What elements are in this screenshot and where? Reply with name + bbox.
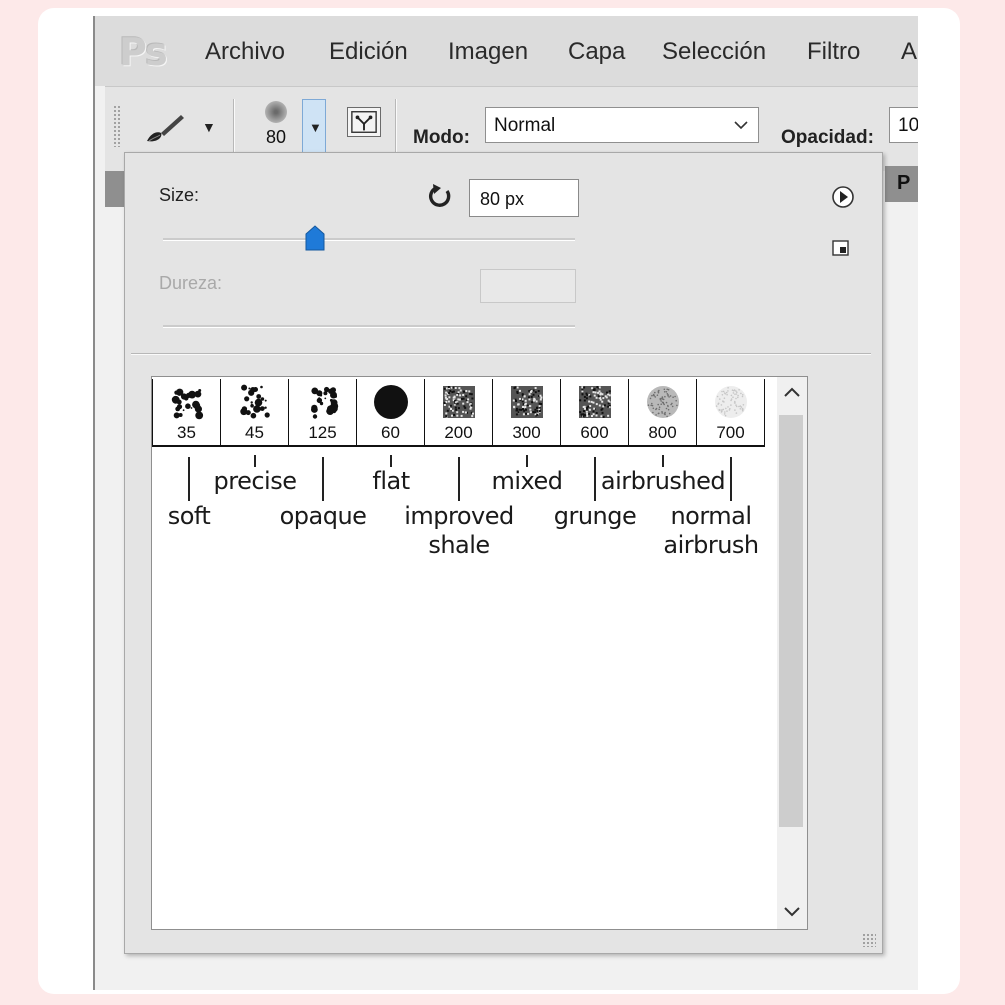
size-slider-thumb[interactable]: [305, 225, 325, 251]
preset-list-scrollbar[interactable]: [777, 377, 807, 929]
size-input[interactable]: 80 px: [469, 179, 579, 217]
callout-line: [730, 457, 732, 501]
mode-label: Modo:: [413, 127, 470, 148]
chevron-down-icon: ▼: [309, 120, 322, 135]
brush-preset-3[interactable]: 60: [357, 379, 425, 447]
callout-line: [594, 457, 596, 501]
preset-name-label: airbrushed: [600, 467, 726, 495]
scroll-down-icon[interactable]: [783, 905, 801, 919]
tool-preset-caret-icon[interactable]: ▼: [202, 119, 216, 135]
size-input-value: 80 px: [480, 189, 525, 209]
preset-size-label: 800: [648, 423, 677, 442]
preset-name-label: flat: [372, 467, 410, 495]
preset-size-label: 700: [716, 423, 745, 442]
brush-preview-icon: [265, 101, 287, 123]
hardness-label: Dureza:: [159, 273, 223, 293]
grunge-brush-icon: [579, 386, 611, 418]
opacity-input[interactable]: 10: [889, 107, 918, 143]
mode-select[interactable]: Normal: [485, 107, 759, 143]
preset-size-label: 200: [444, 423, 473, 442]
round-brush-icon: [374, 385, 408, 419]
soft-brush-icon: [647, 386, 679, 418]
preset-name-label: normal airbrush: [663, 502, 759, 559]
scrollbar-thumb[interactable]: [779, 415, 803, 827]
menu-imagen[interactable]: Imagen: [448, 38, 528, 66]
brush-preset-6[interactable]: 600: [561, 379, 629, 447]
brush-preset-list: 35 45 125 60 200 300 600 800 700 soft precise opaq…: [151, 376, 808, 930]
hardness-input: [480, 269, 576, 303]
callout-line: [526, 455, 528, 467]
menu-archivo[interactable]: Archivo: [205, 38, 285, 66]
size-slider-track[interactable]: [163, 238, 575, 240]
brush-preset-7[interactable]: 800: [629, 379, 697, 447]
preset-name-label: improved shale: [404, 502, 514, 559]
app-logo: Ps: [119, 30, 168, 74]
resize-grip-icon[interactable]: [862, 933, 876, 947]
grunge-brush-icon: [443, 386, 475, 418]
preset-name-label: opaque: [279, 502, 367, 530]
preset-size-label: 45: [245, 423, 264, 442]
preset-name-label: mixed: [491, 467, 563, 495]
size-label: Size:: [159, 185, 200, 205]
preset-size-label: 35: [177, 423, 196, 442]
brush-preset-1[interactable]: 45: [221, 379, 289, 447]
menu-edicion[interactable]: Edición: [329, 38, 408, 66]
callout-line: [254, 455, 256, 467]
preset-size-label: 600: [580, 423, 609, 442]
brush-preset-8[interactable]: 700: [697, 379, 765, 447]
options-separator: [233, 99, 234, 155]
scroll-up-icon[interactable]: [783, 385, 801, 399]
menu-next[interactable]: A: [901, 38, 917, 66]
mode-select-value: Normal: [494, 115, 556, 136]
options-separator: [395, 99, 396, 155]
splat-brush-icon: [171, 388, 204, 420]
callout-line: [662, 455, 664, 467]
opacity-label: Opacidad:: [781, 127, 874, 148]
callout-line: [458, 457, 460, 501]
brush-picker-button[interactable]: ▼: [302, 99, 326, 159]
brush-preset-2[interactable]: 125: [289, 379, 357, 447]
picker-divider: [131, 353, 871, 354]
hardness-slider-track: [163, 325, 575, 327]
brush-preset-picker: Size: 80 px Dureza: 35 45 125 60 200 300 600 80…: [124, 152, 883, 954]
opacity-value: 10: [898, 115, 918, 136]
preset-size-label: 60: [381, 423, 400, 442]
preset-size-label: 300: [512, 423, 541, 442]
callout-line: [390, 455, 392, 467]
panel-tab-label: P: [897, 172, 911, 194]
menu-filtro[interactable]: Filtro: [807, 38, 860, 66]
preset-name-label: soft: [167, 502, 211, 530]
options-bar-grip[interactable]: [113, 105, 121, 147]
brush-preset-0[interactable]: 35: [153, 379, 221, 447]
splat-brush-icon: [240, 384, 270, 419]
reset-size-icon[interactable]: [427, 183, 453, 209]
menu-capa[interactable]: Capa: [568, 38, 625, 66]
brush-size-readout: 80: [265, 127, 287, 147]
preset-size-label: 125: [308, 423, 337, 442]
callout-line: [322, 457, 324, 501]
new-preset-icon[interactable]: [831, 237, 851, 257]
picker-options-arrow-icon[interactable]: [831, 185, 855, 209]
splat-brush-icon: [311, 386, 339, 419]
brush-panel-toggle-icon[interactable]: [347, 107, 381, 137]
brush-preset-5[interactable]: 300: [493, 379, 561, 447]
grunge-brush-icon: [511, 386, 543, 418]
chevron-down-icon: [734, 121, 748, 130]
brush-tool-icon[interactable]: [143, 111, 187, 147]
menu-seleccion[interactable]: Selección: [662, 38, 766, 66]
brush-preset-4[interactable]: 200: [425, 379, 493, 447]
preset-name-label: precise: [213, 467, 297, 495]
menu-bar: Ps Archivo Edición Imagen Capa Selección…: [95, 16, 918, 86]
preset-name-label: grunge: [553, 502, 637, 530]
airbrush-brush-icon: [715, 386, 747, 418]
panel-tab[interactable]: P: [885, 166, 918, 202]
